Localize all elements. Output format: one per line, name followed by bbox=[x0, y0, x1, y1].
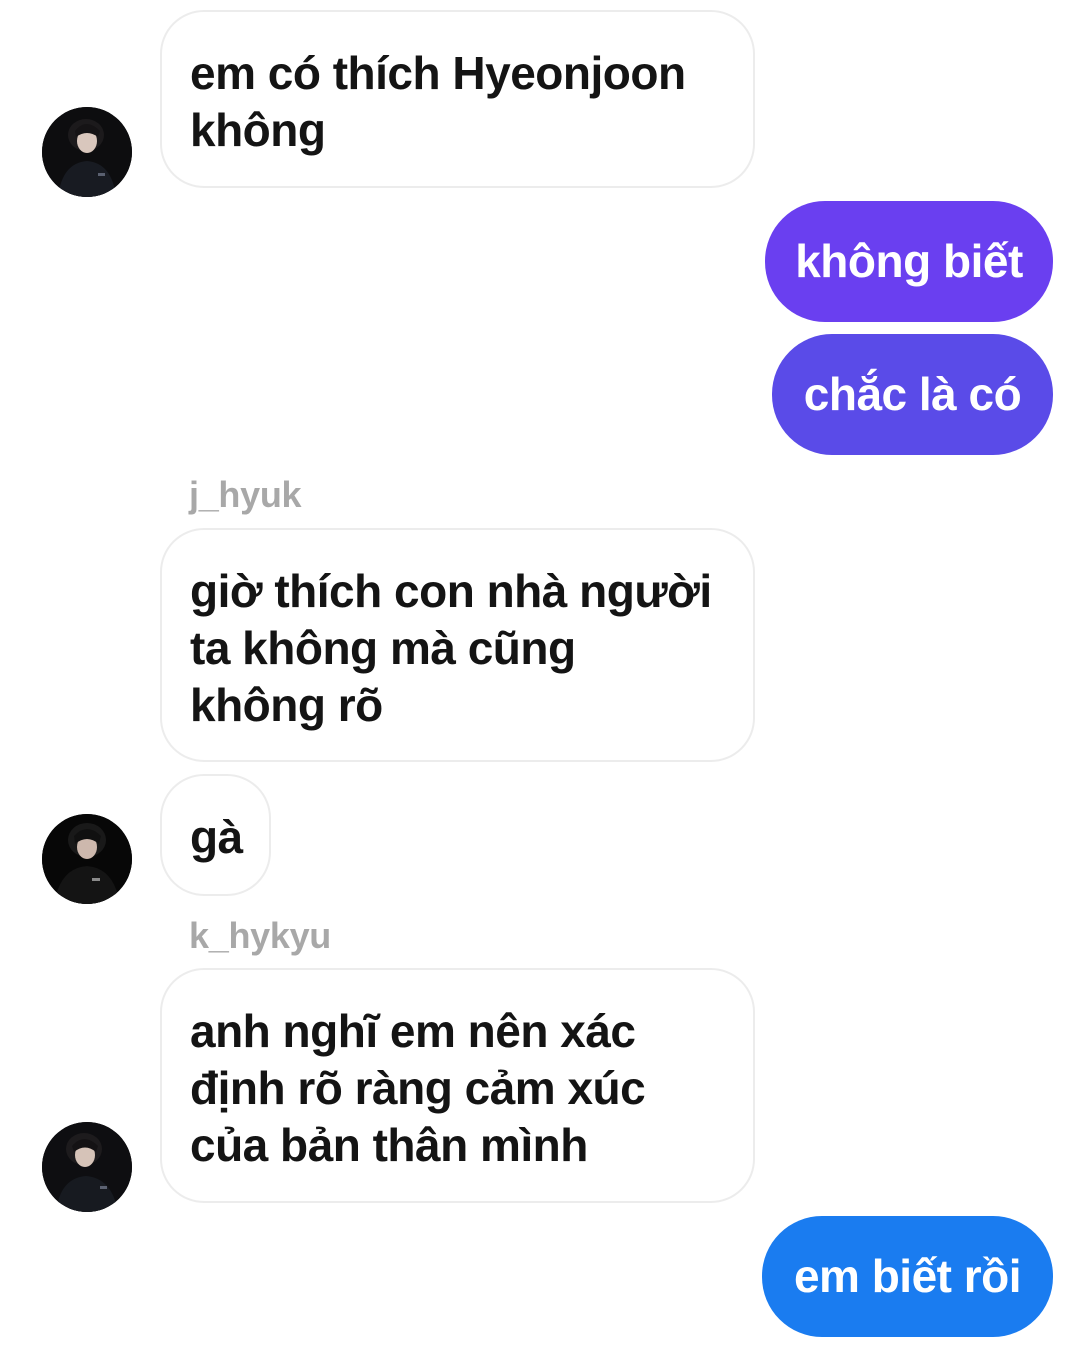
message-text: không biết bbox=[795, 235, 1023, 287]
message-text-line: anh nghĩ em nên xác bbox=[190, 1005, 636, 1057]
message-text-line: của bản thân mình bbox=[190, 1119, 588, 1171]
sent-message-bubble[interactable]: chắc là có bbox=[772, 334, 1053, 455]
message-text: chắc là có bbox=[803, 368, 1022, 420]
avatar[interactable] bbox=[42, 1122, 132, 1212]
sender-name: k_hykyu bbox=[189, 915, 331, 956]
avatar[interactable] bbox=[42, 814, 132, 904]
received-message-bubble[interactable]: anh nghĩ em nên xác định rõ ràng cảm xúc… bbox=[160, 968, 755, 1203]
received-message-bubble[interactable]: giờ thích con nhà người ta không mà cũng… bbox=[160, 528, 755, 762]
message-text-line: không rõ bbox=[190, 679, 383, 731]
message-text-line: giờ thích con nhà người bbox=[190, 565, 712, 617]
profile-photo-icon bbox=[42, 107, 132, 197]
message-text: em biết rồi bbox=[793, 1250, 1022, 1302]
received-message-bubble[interactable]: em có thích Hyeonjoon không bbox=[160, 10, 755, 188]
message-text-line: gà bbox=[190, 811, 243, 863]
sent-message-bubble[interactable]: không biết bbox=[765, 201, 1053, 322]
message-text-line: ta không mà cũng bbox=[190, 622, 576, 674]
avatar[interactable] bbox=[42, 107, 132, 197]
message-text-line: định rõ ràng cảm xúc bbox=[190, 1062, 646, 1114]
received-message-bubble[interactable]: gà bbox=[160, 774, 271, 896]
profile-photo-icon bbox=[42, 1122, 132, 1212]
profile-photo-icon bbox=[42, 814, 132, 904]
message-text-line: không bbox=[190, 104, 326, 156]
sent-message-bubble[interactable]: em biết rồi bbox=[762, 1216, 1053, 1337]
message-text-line: em có thích Hyeonjoon bbox=[190, 47, 686, 99]
sender-name: j_hyuk bbox=[189, 474, 302, 515]
